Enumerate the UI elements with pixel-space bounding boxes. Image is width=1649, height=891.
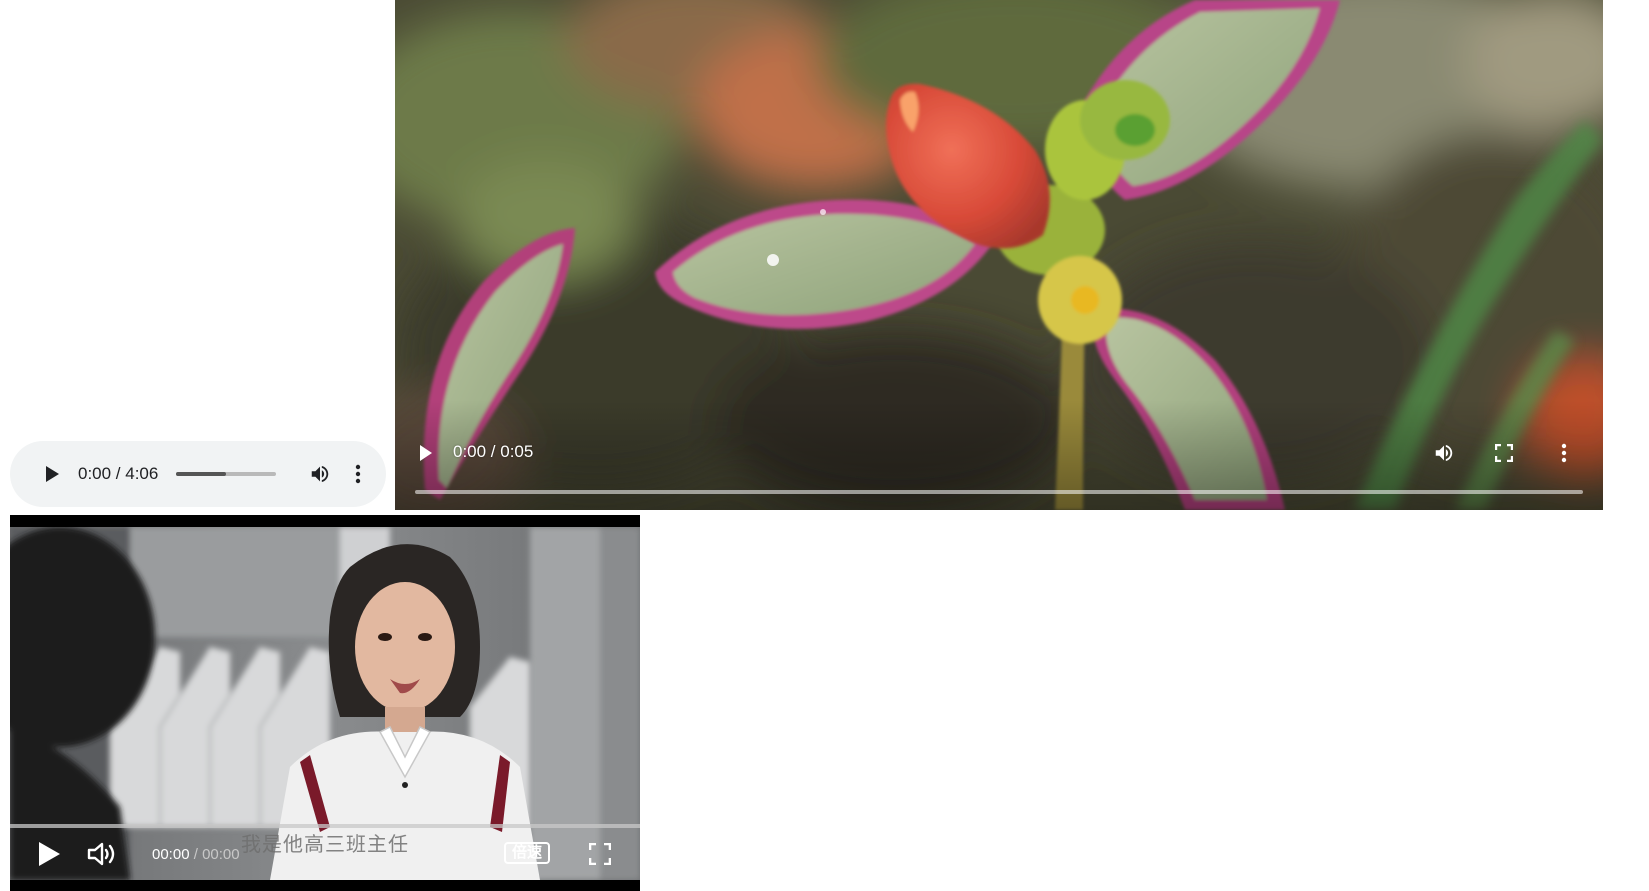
audio-volume-level [176, 472, 227, 476]
fullscreen-icon [589, 843, 611, 865]
volume-icon [1435, 444, 1453, 462]
drama-playback-rate-button[interactable]: 倍速 [504, 842, 550, 864]
audio-time-display: 0:00 / 4:06 [78, 464, 159, 483]
drama-time-display: 00:00 / 00:00 [152, 846, 240, 863]
more-vert-icon [356, 464, 361, 484]
audio-volume-button[interactable] [300, 454, 340, 494]
drama-volume-button[interactable] [86, 839, 118, 869]
flower-play-button[interactable] [409, 436, 443, 470]
drama-video-controls: 00:00 / 00:00 倍速 [10, 833, 640, 879]
flower-time-display: 0:00 / 0:05 [453, 442, 534, 461]
audio-player: 0:00 / 4:06 [10, 441, 386, 507]
drama-video-player[interactable]: 我是他高三班主任 00:00 / 00:00 倍速 [10, 515, 640, 891]
drama-time-separator: / [193, 846, 198, 863]
flower-seek-bar[interactable] [415, 490, 1583, 494]
drama-play-button[interactable] [34, 839, 64, 869]
audio-volume-slider[interactable] [176, 472, 277, 476]
more-vert-icon [1561, 443, 1567, 463]
volume-icon [312, 465, 329, 483]
flower-more-options-button[interactable] [1547, 436, 1581, 470]
drama-total-time: 00:00 [202, 846, 240, 863]
play-icon [46, 466, 59, 482]
drama-current-time: 00:00 [152, 846, 190, 863]
flower-video-player[interactable]: 0:00 / 0:05 [395, 0, 1603, 510]
flower-video-controls: 0:00 / 0:05 [395, 400, 1603, 510]
audio-more-options-button[interactable] [340, 454, 376, 494]
fullscreen-icon [1495, 444, 1513, 462]
audio-play-button[interactable] [32, 454, 72, 494]
flower-volume-button[interactable] [1427, 436, 1461, 470]
flower-fullscreen-button[interactable] [1487, 436, 1521, 470]
volume-icon [87, 842, 115, 866]
play-icon [420, 445, 432, 461]
play-icon [39, 842, 60, 866]
drama-fullscreen-button[interactable] [585, 839, 615, 869]
